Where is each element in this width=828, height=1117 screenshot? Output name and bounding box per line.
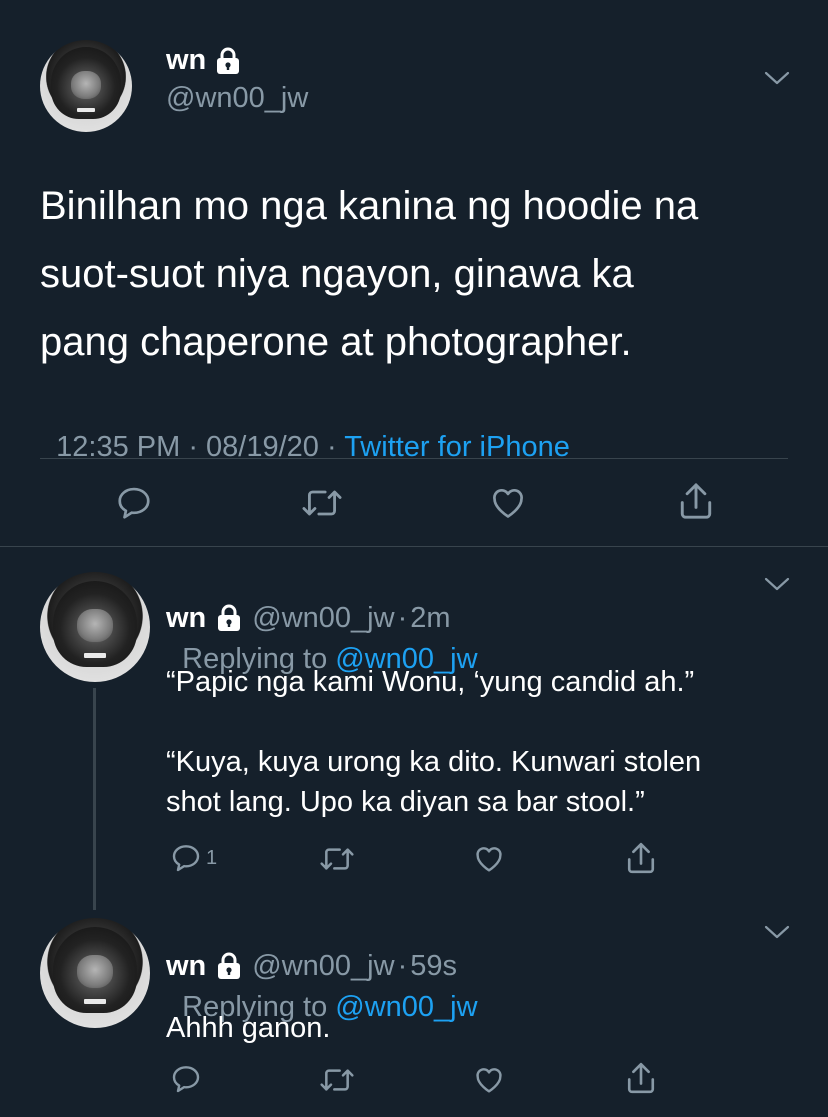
avatar[interactable] <box>40 918 150 1028</box>
tweet-meta: 12:35 PM · 08/19/20 · Twitter for iPhone <box>40 398 570 464</box>
share-icon[interactable] <box>676 480 716 522</box>
tweet-text-line: Binilhan mo nga kanina ng hoodie na <box>40 184 699 228</box>
reply-text: Ahhh ganon. <box>166 1008 330 1048</box>
reply-text-line: “Papic nga kami Wonu, ‘yung candid ah.” <box>166 666 695 698</box>
reply-count: 1 <box>206 846 218 869</box>
reply-button[interactable]: 1 <box>170 842 217 874</box>
share-icon[interactable] <box>624 840 658 876</box>
chevron-down-icon[interactable] <box>764 924 790 940</box>
tweet-text: Binilhan mo nga kanina ng hoodie na suot… <box>40 172 698 376</box>
divider <box>40 458 788 459</box>
reply-text-line: Ahhh ganon. <box>166 1012 331 1044</box>
reply-icon[interactable] <box>115 484 153 522</box>
like-icon[interactable] <box>488 484 528 522</box>
reply-text: “Papic nga kami Wonu, ‘yung candid ah.” … <box>166 662 786 822</box>
reply-text-line: shot lang. Upo ka diyan sa bar stool.” <box>166 786 645 818</box>
chevron-down-icon[interactable] <box>764 70 790 86</box>
display-name[interactable]: wn <box>166 44 206 77</box>
retweet-icon[interactable] <box>318 843 356 875</box>
reply-icon <box>170 842 202 874</box>
reply-icon <box>170 1063 202 1095</box>
tweet-text-line: suot-suot niya ngayon, ginawa ka <box>40 252 634 296</box>
reply-button[interactable] <box>170 1063 202 1095</box>
divider <box>0 546 828 547</box>
thread-line <box>93 688 96 910</box>
chevron-down-icon[interactable] <box>764 576 790 592</box>
handle[interactable]: @wn00_jw <box>166 82 308 115</box>
like-icon[interactable] <box>472 843 506 875</box>
retweet-icon[interactable] <box>318 1064 356 1096</box>
tweet-text-line: pang chaperone at photographer. <box>40 320 632 364</box>
replying-to-link[interactable]: @wn00_jw <box>335 991 477 1023</box>
author-row: wn <box>166 44 241 77</box>
avatar[interactable] <box>40 572 150 682</box>
share-icon[interactable] <box>624 1060 658 1096</box>
reply-text-line: “Kuya, kuya urong ka dito. Kunwari stole… <box>166 746 702 778</box>
avatar[interactable] <box>40 40 132 132</box>
like-icon[interactable] <box>472 1064 506 1096</box>
lock-icon <box>215 47 241 75</box>
retweet-icon[interactable] <box>300 484 344 522</box>
